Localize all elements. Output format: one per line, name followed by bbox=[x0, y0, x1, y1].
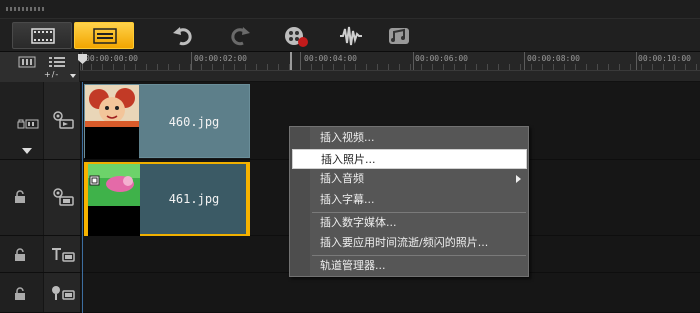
track-header-controls: +/- bbox=[0, 52, 80, 82]
clip-label: 460.jpg bbox=[168, 115, 220, 129]
clip-thumbnail-filler bbox=[86, 206, 140, 236]
menu-item-insert-audio[interactable]: 插入音频 bbox=[292, 169, 527, 189]
timeline-clip-selected[interactable]: 461.jpg bbox=[84, 162, 250, 236]
chevron-down-icon[interactable] bbox=[22, 148, 32, 154]
ripple-edit-icon[interactable] bbox=[17, 118, 39, 130]
playhead-line bbox=[82, 82, 83, 313]
time-ruler[interactable]: 00:00:00:00 00:00:02:00 00:00:04:00 00:0… bbox=[80, 52, 700, 82]
lock-icon[interactable] bbox=[14, 190, 26, 204]
toolbar bbox=[0, 18, 700, 52]
sound-mixer-icon[interactable] bbox=[339, 24, 363, 48]
clip-trim-handle-left[interactable] bbox=[84, 162, 88, 236]
video-track-header[interactable] bbox=[44, 82, 81, 159]
clip-trim-handle-right[interactable] bbox=[246, 162, 250, 236]
ruler-tick-label: 00:00:06:00 bbox=[415, 54, 468, 63]
timeline-view-icon bbox=[93, 28, 117, 44]
track-gutter bbox=[0, 236, 44, 272]
chevron-down-icon[interactable] bbox=[70, 74, 76, 78]
track-gutter bbox=[0, 273, 44, 312]
voice-track-lane[interactable] bbox=[81, 273, 700, 312]
menu-item-insert-digital-media[interactable]: 插入数字媒体... bbox=[292, 213, 527, 233]
ruler-tick-label: 00:00:02:00 bbox=[194, 54, 247, 63]
storyboard-view-icon bbox=[31, 28, 55, 44]
playhead-icon[interactable] bbox=[78, 54, 87, 64]
ruler-tick-label: 00:00:10:00 bbox=[638, 54, 691, 63]
context-menu: 插入视频... 插入照片... 插入音频 插入字幕... 插入数字媒体... 插… bbox=[289, 126, 529, 277]
microphone-icon bbox=[52, 286, 75, 300]
undo-icon[interactable] bbox=[171, 24, 195, 48]
track-gutter bbox=[0, 82, 44, 159]
timeline-ruler-row: +/- 00:00:00:00 00:00:02:00 00:00:04:00 … bbox=[0, 52, 700, 82]
ruler-tick bbox=[524, 52, 525, 70]
ruler-tick bbox=[300, 52, 301, 70]
ruler-tick-label: 00:00:08:00 bbox=[527, 54, 580, 63]
lock-icon[interactable] bbox=[14, 248, 26, 262]
voice-track-header[interactable] bbox=[44, 273, 81, 312]
ruler-tick bbox=[636, 52, 637, 70]
ruler-baseline bbox=[80, 70, 700, 71]
redo-icon[interactable] bbox=[228, 24, 252, 48]
clip-thumbnail bbox=[85, 85, 139, 127]
record-capture-icon[interactable] bbox=[284, 24, 308, 48]
zoom-control[interactable]: +/- bbox=[44, 70, 59, 79]
panel-grip[interactable] bbox=[0, 0, 700, 18]
submenu-arrow-icon bbox=[516, 175, 521, 183]
menu-item-insert-photo[interactable]: 插入照片... bbox=[292, 149, 527, 169]
lock-icon[interactable] bbox=[14, 287, 26, 301]
ruler-marker bbox=[290, 52, 292, 70]
menu-item-insert-time-lapse-photo[interactable]: 插入要应用时间流逝/频闪的照片... bbox=[292, 233, 527, 253]
title-track-header[interactable] bbox=[44, 236, 81, 272]
all-tracks-view-icon[interactable] bbox=[18, 56, 36, 68]
timeline-view-button[interactable] bbox=[74, 22, 134, 49]
overlay-track-header[interactable] bbox=[44, 160, 81, 235]
clip-label: 461.jpg bbox=[168, 192, 220, 206]
ruler-tick-label: 00:00:04:00 bbox=[304, 54, 357, 63]
menu-item-insert-subtitle[interactable]: 插入字幕... bbox=[292, 190, 527, 210]
ruler-tick bbox=[191, 52, 192, 70]
storyboard-view-button[interactable] bbox=[12, 22, 72, 49]
track-gutter bbox=[0, 160, 44, 235]
voice-track bbox=[0, 273, 700, 313]
title-track-icon bbox=[52, 248, 75, 262]
overlay-track-icon bbox=[53, 188, 74, 206]
ruler-tick bbox=[413, 52, 414, 70]
video-track-icon bbox=[53, 111, 74, 129]
track-list-icon[interactable] bbox=[48, 56, 66, 68]
auto-music-icon[interactable] bbox=[388, 24, 412, 48]
menu-item-label: 插入音频 bbox=[320, 172, 364, 185]
menu-item-insert-video[interactable]: 插入视频... bbox=[292, 128, 527, 148]
clip-thumbnail bbox=[86, 164, 140, 206]
clip-thumbnail-filler bbox=[85, 127, 139, 159]
menu-item-track-manager[interactable]: 轨道管理器... bbox=[292, 256, 527, 276]
grip-dots bbox=[6, 7, 46, 11]
timeline-clip[interactable]: 460.jpg bbox=[84, 84, 250, 159]
ruler-tick-label: 00:00:00:00 bbox=[85, 54, 138, 63]
